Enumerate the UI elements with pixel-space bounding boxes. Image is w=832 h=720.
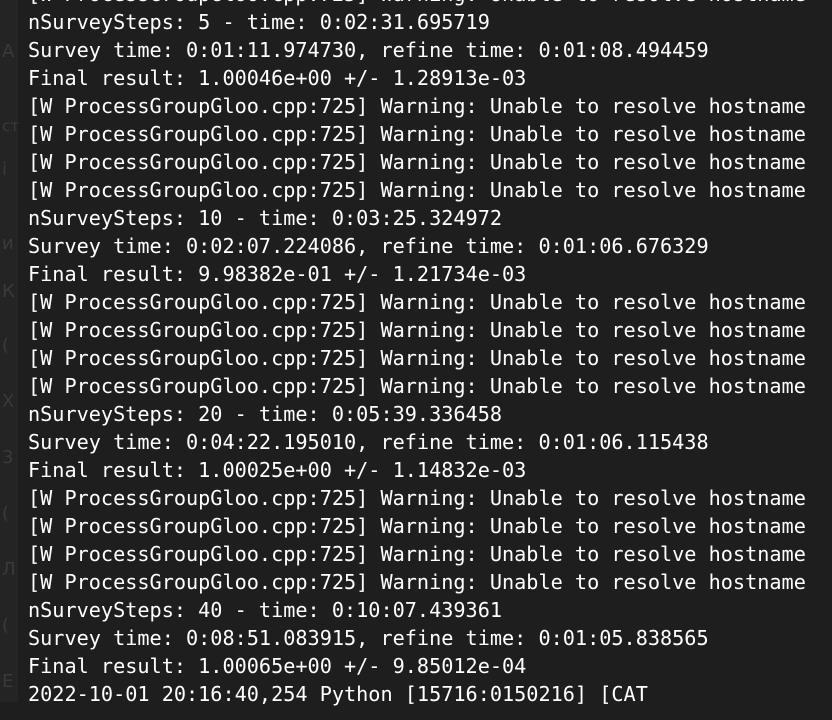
terminal-line: nSurveySteps: 5 - time: 0:02:31.695719 (28, 10, 490, 34)
terminal-line: [W ProcessGroupGloo.cpp:725] Warning: Un… (28, 178, 806, 202)
background-text-fragment: 3 (2, 447, 14, 468)
terminal-line: [W ProcessGroupGloo.cpp:725] Warning: Un… (28, 542, 806, 566)
terminal-line: [W ProcessGroupGloo.cpp:725] Warning: Un… (28, 514, 806, 538)
background-text-fragment: ( (2, 615, 10, 636)
background-text-fragment: ( (2, 503, 10, 524)
terminal-line: [W ProcessGroupGloo.cpp:725] Warning: Un… (28, 290, 806, 314)
background-text-fragment: и (2, 233, 14, 254)
background-text-fragment: E (2, 671, 14, 692)
terminal-line: Survey time: 0:04:22.195010, refine time… (28, 430, 709, 454)
background-text-fragment: А (2, 41, 15, 62)
terminal-line: Final result: 1.00025e+00 +/- 1.14832e-0… (28, 458, 527, 482)
background-text-fragment: Л (2, 559, 16, 580)
terminal-line: [W ProcessGroupGloo.cpp:725] Warning: Un… (28, 94, 806, 118)
terminal-output[interactable]: [W ProcessGroupGloo.cpp:725] Warning: Un… (28, 0, 832, 720)
terminal-line: [W ProcessGroupGloo.cpp:725] Warning: Un… (28, 0, 832, 8)
terminal-line: [W ProcessGroupGloo.cpp:725] Warning: Un… (28, 374, 806, 398)
terminal-line: [W ProcessGroupGloo.cpp:725] Warning: Un… (28, 486, 806, 510)
terminal-line: nSurveySteps: 10 - time: 0:03:25.324972 (28, 206, 503, 230)
terminal-line: [W ProcessGroupGloo.cpp:725] Warning: Un… (28, 122, 806, 146)
background-text-fragment: Х (2, 391, 15, 412)
terminal-line: Survey time: 0:08:51.083915, refine time… (28, 626, 709, 650)
terminal-line: Survey time: 0:02:07.224086, refine time… (28, 234, 709, 258)
terminal-line: [W ProcessGroupGloo.cpp:725] Warning: Un… (28, 570, 806, 594)
terminal-line: [W ProcessGroupGloo.cpp:725] Warning: Un… (28, 346, 806, 370)
terminal-line: Survey time: 0:01:11.974730, refine time… (28, 38, 709, 62)
terminal-line: Final result: 1.00046e+00 +/- 1.28913e-0… (28, 66, 527, 90)
terminal-line: 2022-10-01 20:16:40,254 Python [15716:01… (28, 682, 648, 706)
background-text-fragment: i (2, 159, 8, 180)
background-text-fragment: ст (2, 117, 19, 135)
terminal-line: Final result: 1.00065e+00 +/- 9.85012e-0… (28, 654, 527, 678)
background-window-edge: А ст i и К ( Х 3 ( Л ( E (0, 0, 19, 702)
background-text-fragment: К (2, 281, 15, 302)
terminal-line: Final result: 9.98382e-01 +/- 1.21734e-0… (28, 262, 527, 286)
terminal-line: [W ProcessGroupGloo.cpp:725] Warning: Un… (28, 150, 806, 174)
terminal-line: nSurveySteps: 40 - time: 0:10:07.439361 (28, 598, 503, 622)
background-text-fragment: ( (2, 335, 10, 356)
terminal-line: [W ProcessGroupGloo.cpp:725] Warning: Un… (28, 318, 806, 342)
terminal-line: nSurveySteps: 20 - time: 0:05:39.336458 (28, 402, 503, 426)
